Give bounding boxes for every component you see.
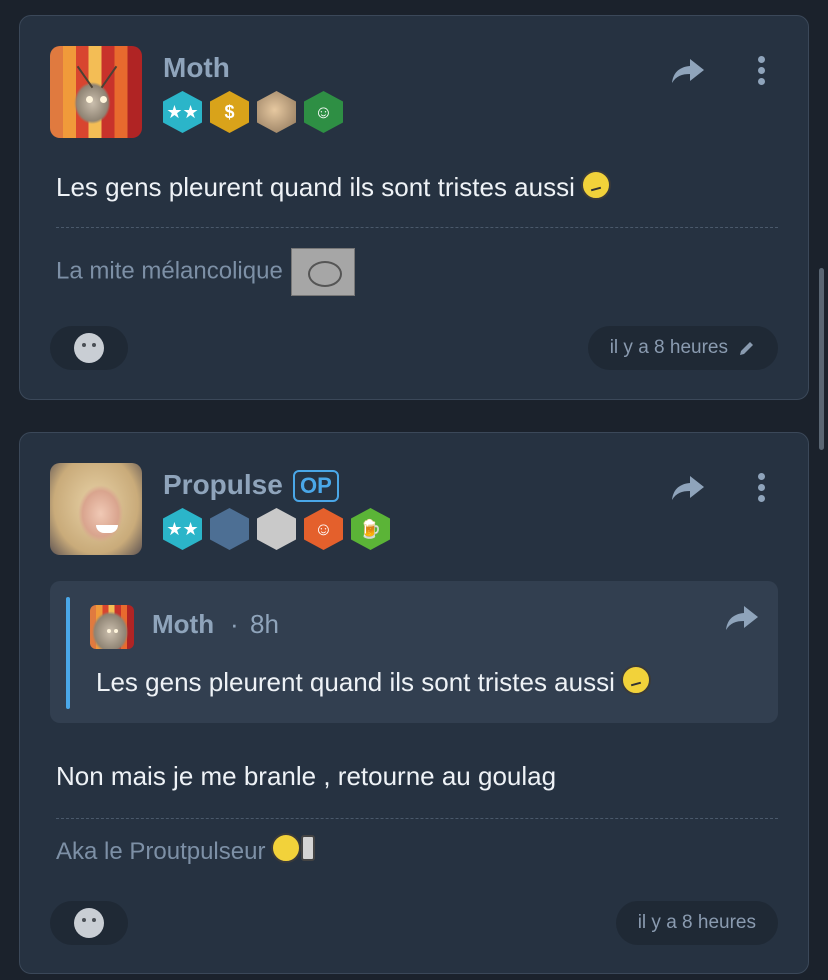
avatar-detail bbox=[114, 629, 118, 633]
more-options-icon[interactable] bbox=[756, 56, 766, 88]
laughing-emoji-icon bbox=[271, 833, 302, 863]
sad-emoji-icon bbox=[580, 170, 611, 200]
timestamp-pill[interactable]: il y a 8 heures bbox=[615, 901, 778, 945]
avatar-detail bbox=[100, 96, 107, 103]
edit-pencil-icon bbox=[740, 342, 753, 355]
op-badge: OP bbox=[293, 470, 339, 502]
scrollbar[interactable] bbox=[819, 268, 824, 450]
stars-badge-icon[interactable]: ★★ bbox=[163, 91, 202, 133]
avatar-detail bbox=[86, 96, 93, 103]
author-name[interactable]: Propulse bbox=[163, 469, 283, 501]
add-reaction-button[interactable] bbox=[50, 901, 128, 945]
quote-author-avatar bbox=[90, 605, 134, 649]
photo-badge-icon[interactable] bbox=[257, 91, 296, 133]
signature-divider bbox=[56, 227, 778, 228]
quote-accent-bar bbox=[66, 597, 70, 709]
beer-emoji-icon bbox=[301, 835, 316, 861]
add-reaction-button[interactable] bbox=[50, 326, 128, 370]
post-body-text: Les gens pleurent quand ils sont tristes… bbox=[56, 172, 575, 202]
badge-list: ★★ $ ☺ bbox=[163, 91, 343, 133]
author-avatar[interactable] bbox=[50, 46, 142, 138]
avatar-detail bbox=[96, 525, 118, 533]
quote-body: Les gens pleurent quand ils sont tristes… bbox=[96, 665, 651, 698]
quote-separator: · bbox=[230, 609, 239, 639]
quote-time: 8h bbox=[250, 609, 279, 639]
moth-sketch-image bbox=[290, 248, 355, 296]
signature-text: Aka le Proutpulseur bbox=[56, 838, 266, 865]
smiley-badge-icon[interactable]: ☺ bbox=[304, 508, 343, 550]
post-card: Propulse OP ★★ ☺ 🍺 Moth · 8h Les gens pl… bbox=[19, 432, 809, 974]
timestamp-pill[interactable]: il y a 8 heures bbox=[587, 326, 778, 370]
avatar-detail bbox=[107, 629, 111, 633]
dollar-badge-icon[interactable]: $ bbox=[210, 91, 249, 133]
post-body: Non mais je me branle , retourne au goul… bbox=[56, 761, 557, 791]
author-name[interactable]: Moth bbox=[163, 52, 230, 84]
signature: La mite mélancolique bbox=[56, 248, 355, 296]
photo-badge-icon[interactable] bbox=[210, 508, 249, 550]
post-time: il y a 8 heures bbox=[637, 912, 756, 933]
signature-divider bbox=[56, 818, 778, 819]
stars-badge-icon[interactable]: ★★ bbox=[163, 508, 202, 550]
badge-list: ★★ ☺ 🍺 bbox=[163, 508, 390, 550]
post-body: Les gens pleurent quand ils sont tristes… bbox=[56, 170, 611, 203]
signature: Aka le Proutpulseur bbox=[56, 833, 316, 866]
quoted-post[interactable]: Moth · 8h Les gens pleurent quand ils so… bbox=[50, 581, 778, 723]
avatar-detail bbox=[76, 65, 94, 89]
quote-body-text: Les gens pleurent quand ils sont tristes… bbox=[96, 667, 615, 697]
photo-badge-icon[interactable] bbox=[257, 508, 296, 550]
post-time: il y a 8 heures bbox=[609, 337, 728, 358]
santa-badge-icon[interactable]: ☺ bbox=[304, 91, 343, 133]
avatar-detail bbox=[100, 65, 118, 89]
quote-author-name[interactable]: Moth bbox=[152, 609, 214, 640]
author-avatar[interactable] bbox=[50, 463, 142, 555]
share-icon[interactable] bbox=[670, 473, 706, 503]
post-card: Moth ★★ $ ☺ Les gens pleurent quand ils … bbox=[19, 15, 809, 400]
reaction-face-icon bbox=[74, 908, 104, 938]
signature-text: La mite mélancolique bbox=[56, 257, 283, 285]
sad-emoji-icon bbox=[620, 665, 651, 695]
beer-badge-icon[interactable]: 🍺 bbox=[351, 508, 390, 550]
share-icon[interactable] bbox=[724, 603, 760, 633]
reaction-face-icon bbox=[74, 333, 104, 363]
share-icon[interactable] bbox=[670, 56, 706, 86]
more-options-icon[interactable] bbox=[756, 473, 766, 505]
